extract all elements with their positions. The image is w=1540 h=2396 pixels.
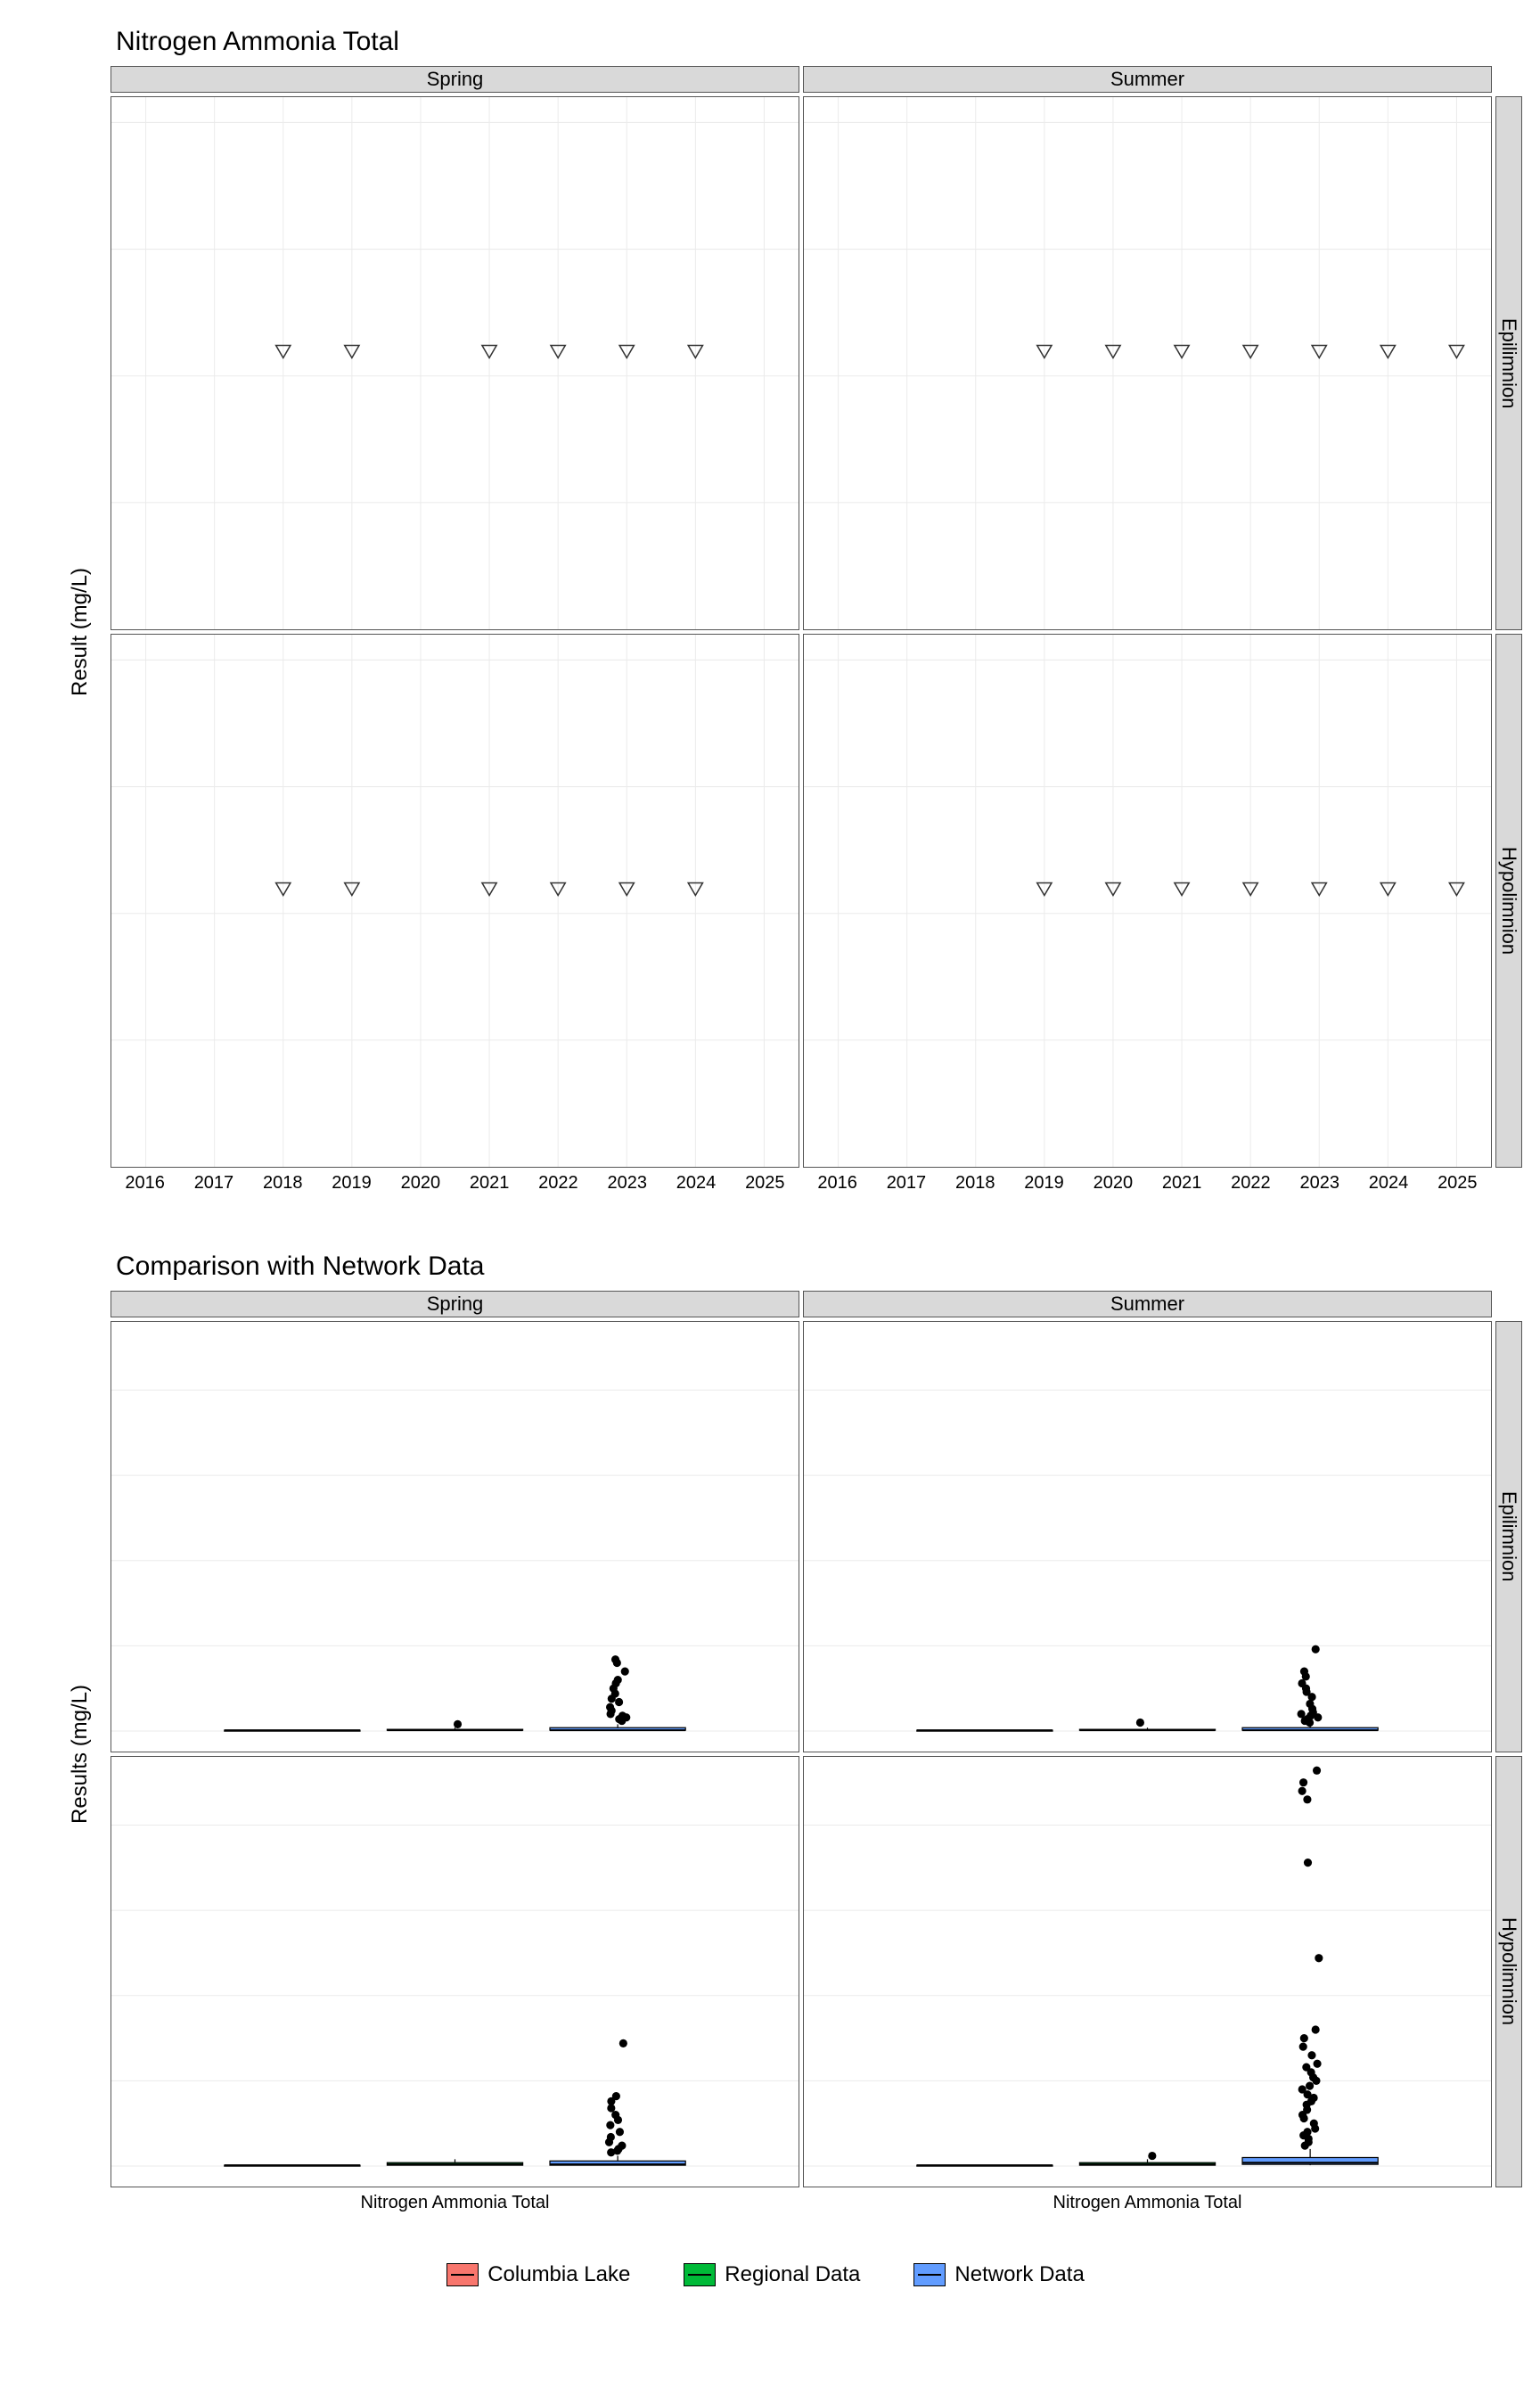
chart-top: Nitrogen Ammonia Total Spring Summer Res… [9, 27, 1522, 1198]
row-strip-epi-b: Epilimnion [1495, 1321, 1522, 1752]
panel-spring-hypo: -0.0250.0000.0250.050 [111, 634, 799, 1168]
y-axis-title-top: Result (mg/L) [53, 96, 107, 1168]
chart-bottom-grid: Spring Summer Results (mg/L) 0.00.51.01.… [53, 1291, 1522, 2218]
panel-spring-hypo-b: 0.00.51.01.52.0 [111, 1756, 799, 2187]
legend-swatch-regional [684, 2263, 716, 2286]
chart-bottom: Comparison with Network Data Spring Summ… [9, 1251, 1522, 2218]
chart-top-title: Nitrogen Ammonia Total [116, 27, 1522, 57]
legend-label-network: Network Data [954, 2262, 1084, 2287]
legend-label-columbia: Columbia Lake [487, 2262, 630, 2287]
col-strip-summer-b: Summer [803, 1291, 1492, 1317]
legend-label-regional: Regional Data [725, 2262, 860, 2287]
row-strip-hypo: Hypolimnion [1495, 634, 1522, 1168]
chart-bottom-title: Comparison with Network Data [116, 1251, 1522, 1282]
x-ticks-spring: 2016201720182019202020212022202320242025 [111, 1171, 799, 1198]
panel-summer-hypo [803, 634, 1492, 1168]
legend-columbia: Columbia Lake [446, 2262, 630, 2287]
x-cat-summer: Nitrogen Ammonia Total [803, 2191, 1492, 2218]
legend-network: Network Data [913, 2262, 1084, 2287]
panel-spring-epi-b: 0.00.51.01.52.0 [111, 1321, 799, 1752]
panel-spring-epi: -0.0250.0000.0250.050 [111, 96, 799, 630]
col-strip-spring: Spring [111, 66, 799, 93]
y-axis-title-bottom: Results (mg/L) [53, 1321, 107, 2187]
legend: Columbia Lake Regional Data Network Data [9, 2262, 1522, 2287]
col-strip-summer: Summer [803, 66, 1492, 93]
panel-summer-epi-b [803, 1321, 1492, 1752]
legend-swatch-columbia [446, 2263, 479, 2286]
row-strip-hypo-b: Hypolimnion [1495, 1756, 1522, 2187]
chart-top-grid: Spring Summer Result (mg/L) -0.0250.0000… [53, 66, 1522, 1198]
x-cat-spring: Nitrogen Ammonia Total [111, 2191, 799, 2218]
row-strip-epi: Epilimnion [1495, 96, 1522, 630]
panel-summer-hypo-b [803, 1756, 1492, 2187]
x-ticks-summer: 2016201720182019202020212022202320242025 [803, 1171, 1492, 1198]
legend-swatch-network [913, 2263, 946, 2286]
legend-regional: Regional Data [684, 2262, 860, 2287]
panel-summer-epi [803, 96, 1492, 630]
col-strip-spring-b: Spring [111, 1291, 799, 1317]
